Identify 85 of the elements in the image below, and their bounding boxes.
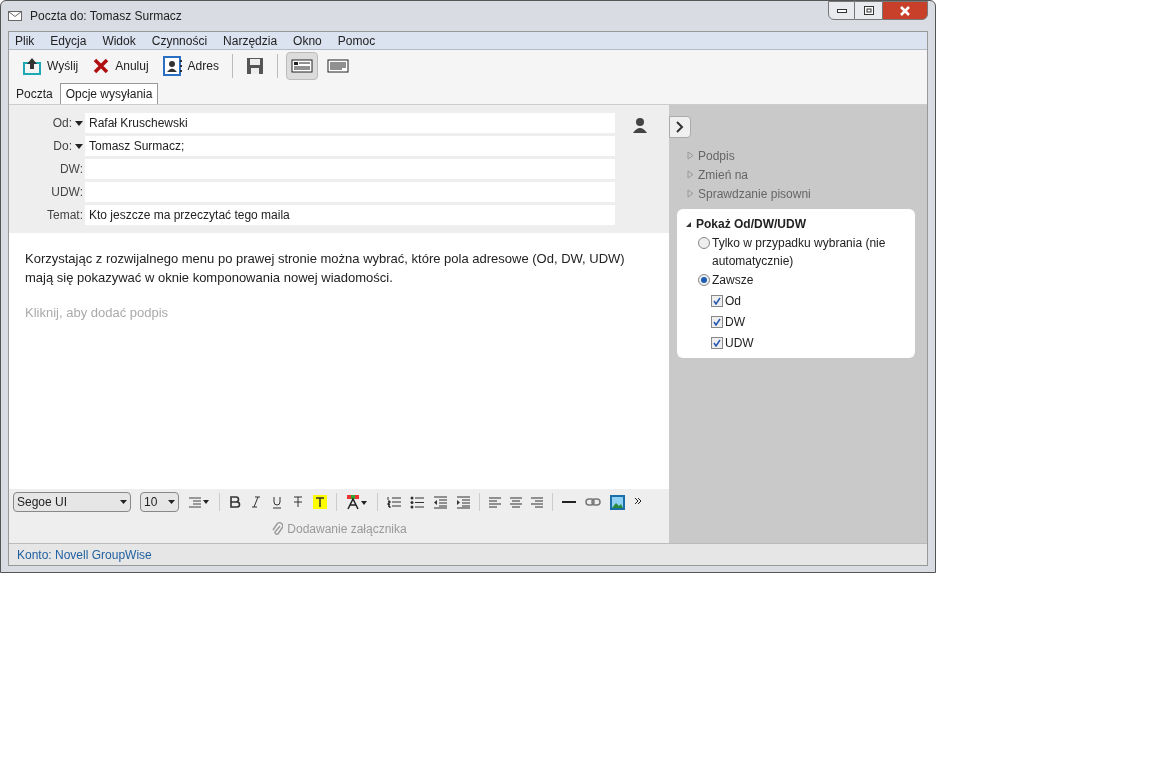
menu-item[interactable]: Pomoc [337, 31, 376, 50]
menu-item[interactable]: Narzędzia [223, 31, 278, 50]
checkbox-label: Od [725, 293, 741, 310]
field-label: DW: [59, 161, 83, 178]
horizontal-rule-icon [562, 500, 576, 504]
input-field[interactable]: Tomasz Surmacz; [85, 136, 615, 156]
collapse-panel-button[interactable] [669, 116, 691, 138]
caret-icon [168, 500, 175, 504]
maximize-button[interactable] [855, 1, 882, 20]
check-icon [713, 318, 721, 326]
italic-icon [250, 496, 262, 508]
checkbox-label: DW [725, 314, 745, 331]
strikethrough-icon [292, 496, 304, 508]
section-title[interactable]: Sprawdzanie pisowni [698, 184, 811, 203]
expand-triangle-icon [687, 151, 694, 160]
link-icon [585, 498, 601, 506]
radio-button[interactable] [698, 274, 710, 286]
caret-icon [120, 500, 127, 504]
toolbar-button[interactable]: Anuluj [87, 52, 154, 80]
menu-item[interactable]: Okno [293, 31, 322, 50]
envelope-icon [8, 11, 22, 21]
section-title[interactable]: Podpis [698, 146, 735, 165]
size-select[interactable]: 10 [140, 492, 179, 512]
input-field[interactable]: Kto jeszcze ma przeczytać tego maila [85, 205, 615, 225]
field-label: Do: [53, 138, 72, 155]
close-icon [92, 57, 111, 75]
line-spacing-icon [188, 495, 210, 509]
contact-card-icon [162, 56, 183, 76]
window-title: Poczta do: Tomasz Surmacz [30, 8, 182, 25]
close-icon [899, 5, 911, 16]
check-icon [713, 339, 721, 347]
menu-item[interactable]: Czynności [151, 31, 208, 50]
expand-triangle-icon [687, 170, 694, 179]
expand-triangle-icon [687, 189, 694, 198]
field-label: UDW: [51, 184, 83, 201]
highlight-icon [313, 495, 327, 509]
paperclip-icon [271, 521, 284, 537]
radio-label: Zawsze [712, 272, 754, 289]
increase-indent-icon [456, 495, 470, 509]
align-left-icon [489, 496, 501, 508]
header-view-icon [290, 58, 313, 74]
text-view-icon [326, 58, 349, 74]
checkbox[interactable] [711, 337, 723, 349]
minimize-button[interactable] [828, 1, 855, 20]
checkbox-label: UDW [725, 335, 754, 352]
radio-label: Tylko w przypadku wybrania (nie automatycznie) [712, 235, 887, 270]
collapse-triangle-icon [685, 220, 692, 228]
maximize-icon [863, 6, 874, 15]
minimize-icon [836, 8, 847, 13]
toolbar-button[interactable]: Wyślij [17, 52, 84, 80]
dropdown-caret-icon [75, 120, 83, 126]
tab[interactable]: Opcje wysyłania [59, 83, 159, 104]
decrease-indent-icon [433, 495, 447, 509]
bulleted-list-icon [410, 495, 424, 509]
section-title[interactable]: Pokaż Od/DW/UDW [696, 215, 806, 233]
image-icon [610, 494, 625, 510]
check-icon [713, 297, 721, 305]
more-icon [634, 497, 642, 507]
checkbox[interactable] [711, 316, 723, 328]
align-right-icon [531, 496, 543, 508]
radio-button[interactable] [698, 237, 710, 249]
text-color-icon [346, 494, 368, 510]
outbox-icon [22, 57, 42, 75]
input-field[interactable]: Rafał Kruschewski [85, 113, 615, 133]
align-center-icon [510, 496, 522, 508]
bold-icon [229, 496, 241, 508]
person-icon [632, 117, 648, 133]
chevron-right-icon [676, 121, 684, 133]
underline-icon [271, 495, 283, 509]
message-text: Korzystając z rozwijalnego menu po prawej stronie można wybrać, które pola adresowe (Od, DW, UDW) mają się pokazywać w oknie komponowania nowej wiadomości. [25, 250, 626, 287]
font-select[interactable]: Segoe UI [13, 492, 131, 512]
toolbar-button[interactable]: Adres [157, 52, 224, 80]
toolbar-button[interactable] [285, 52, 318, 80]
close-button[interactable] [882, 1, 928, 20]
menu-item[interactable]: Widok [102, 31, 136, 50]
menu-item[interactable]: Edycja [50, 31, 87, 50]
field-label: Temat: [47, 207, 83, 224]
dropdown-caret-icon [75, 143, 83, 149]
menu-item[interactable]: Plik [15, 31, 35, 50]
section-title[interactable]: Zmień na [698, 165, 749, 184]
field-label: Od: [52, 115, 72, 132]
numbered-list-icon [387, 495, 401, 509]
save-icon [245, 57, 264, 75]
checkbox[interactable] [711, 295, 723, 307]
status-text: Konto: Novell GroupWise [17, 546, 152, 564]
